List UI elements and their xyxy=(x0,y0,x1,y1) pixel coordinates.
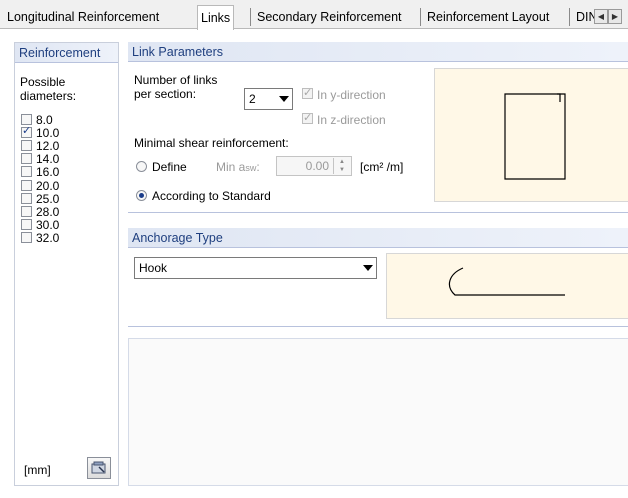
diameter-item[interactable]: 25.0 xyxy=(21,191,60,206)
unit-label: [mm] xyxy=(24,463,51,477)
min-asw-label: Min asw: xyxy=(216,160,260,174)
anchorage-type-header: Anchorage Type xyxy=(128,228,628,248)
number-of-links-select[interactable]: 2 xyxy=(244,88,293,110)
diameter-checkbox[interactable] xyxy=(21,218,32,230)
diameter-value: 10.0 xyxy=(36,126,60,141)
diameter-item[interactable]: 30.0 xyxy=(21,217,60,232)
define-radio-icon xyxy=(136,161,147,172)
hook-icon xyxy=(448,267,565,296)
diameter-value: 20.0 xyxy=(36,178,60,193)
according-label: According to Standard xyxy=(152,189,271,203)
anchorage-shape-preview xyxy=(386,253,628,319)
tab-separator xyxy=(420,8,421,26)
diameter-value: 8.0 xyxy=(36,113,53,127)
spinner-down-icon[interactable]: ▼ xyxy=(334,166,350,174)
min-asw-value: 0.00 xyxy=(305,159,329,173)
link-parameters-bottom-line xyxy=(128,212,628,213)
tab-separator xyxy=(250,8,251,26)
diameter-checkbox[interactable] xyxy=(21,140,32,152)
diameter-checkbox[interactable] xyxy=(21,166,32,178)
dropdown-arrow-icon xyxy=(363,265,373,271)
scroll-right-icon[interactable]: ▶ xyxy=(608,9,622,24)
diameter-checkbox[interactable] xyxy=(21,153,32,165)
define-radio[interactable]: Define xyxy=(136,160,187,174)
min-asw-spinner[interactable]: ▲ ▼ xyxy=(333,158,350,174)
tab-secondary-reinforcement[interactable]: Secondary Reinforcement xyxy=(254,7,405,27)
edit-diameters-icon[interactable] xyxy=(87,457,111,479)
diameter-checkbox[interactable] xyxy=(21,192,32,204)
diameter-checkbox[interactable] xyxy=(21,179,32,191)
according-radio-icon xyxy=(136,190,147,201)
diameter-value: 14.0 xyxy=(36,152,60,167)
diameters-label: diameters: xyxy=(20,89,77,103)
y-direction-check-icon xyxy=(302,86,313,99)
diameter-value: 30.0 xyxy=(36,217,60,232)
info-panel xyxy=(128,338,628,486)
spinner-up-icon[interactable]: ▲ xyxy=(334,158,350,166)
dropdown-arrow-icon xyxy=(279,96,289,102)
tab-reinforcement-layout[interactable]: Reinforcement Layout xyxy=(424,7,552,27)
diameter-checkbox[interactable] xyxy=(21,114,32,125)
diameter-checkbox[interactable] xyxy=(21,205,32,217)
define-label: Define xyxy=(152,160,187,174)
tab-separator xyxy=(569,8,570,26)
possible-label: Possible xyxy=(20,75,66,89)
diameter-checkbox[interactable] xyxy=(21,125,32,139)
z-direction-checkbox[interactable]: In z-direction xyxy=(302,111,386,127)
diameters-list: 8.010.012.014.016.020.025.028.030.032.0 xyxy=(21,114,116,329)
link-shape-preview xyxy=(434,68,628,202)
reinforcement-header: Reinforcement xyxy=(15,43,118,63)
diameter-item[interactable]: 12.0 xyxy=(21,140,59,152)
y-direction-checkbox[interactable]: In y-direction xyxy=(302,86,386,102)
y-direction-label: In y-direction xyxy=(317,88,386,102)
diameter-value: 25.0 xyxy=(36,191,60,206)
number-of-links-label: Number of links xyxy=(134,73,218,87)
diameter-value: 12.0 xyxy=(36,139,60,154)
diameter-checkbox[interactable] xyxy=(21,231,32,243)
diameter-item[interactable]: 28.0 xyxy=(21,204,60,219)
anchorage-type-value: Hook xyxy=(139,261,168,275)
minimal-shear-label: Minimal shear reinforcement: xyxy=(134,136,289,150)
diameter-value: 32.0 xyxy=(36,230,60,245)
diameter-item[interactable]: 14.0 xyxy=(21,153,59,165)
link-parameters-header: Link Parameters xyxy=(128,42,628,62)
according-to-standard-radio[interactable]: According to Standard xyxy=(136,189,271,203)
anchorage-bottom-line xyxy=(128,326,628,327)
diameter-item[interactable]: 20.0 xyxy=(21,178,60,193)
z-direction-check-icon xyxy=(302,111,313,124)
tab-links[interactable]: Links xyxy=(197,5,235,30)
closed-link-icon xyxy=(504,93,566,180)
min-asw-input[interactable]: 0.00 ▲ ▼ xyxy=(276,156,352,176)
tab-longitudinal-reinforcement[interactable]: Longitudinal Reinforcement xyxy=(4,7,162,27)
number-of-links-value: 2 xyxy=(249,92,256,106)
reinforcement-panel: Reinforcement Possible diameters: 8.010.… xyxy=(14,42,119,486)
diameter-item[interactable]: 10.0 xyxy=(21,125,60,141)
min-asw-unit: [cm² /m] xyxy=(360,160,404,174)
diameter-item[interactable]: 32.0 xyxy=(21,230,60,245)
anchorage-type-select[interactable]: Hook xyxy=(134,257,377,279)
diameter-value: 16.0 xyxy=(36,165,60,180)
per-section-label: per section: xyxy=(134,87,197,101)
scroll-left-icon[interactable]: ◀ xyxy=(594,9,608,24)
diameter-item[interactable]: 16.0 xyxy=(21,166,59,178)
diameter-value: 28.0 xyxy=(36,204,60,219)
z-direction-label: In z-direction xyxy=(317,113,386,127)
